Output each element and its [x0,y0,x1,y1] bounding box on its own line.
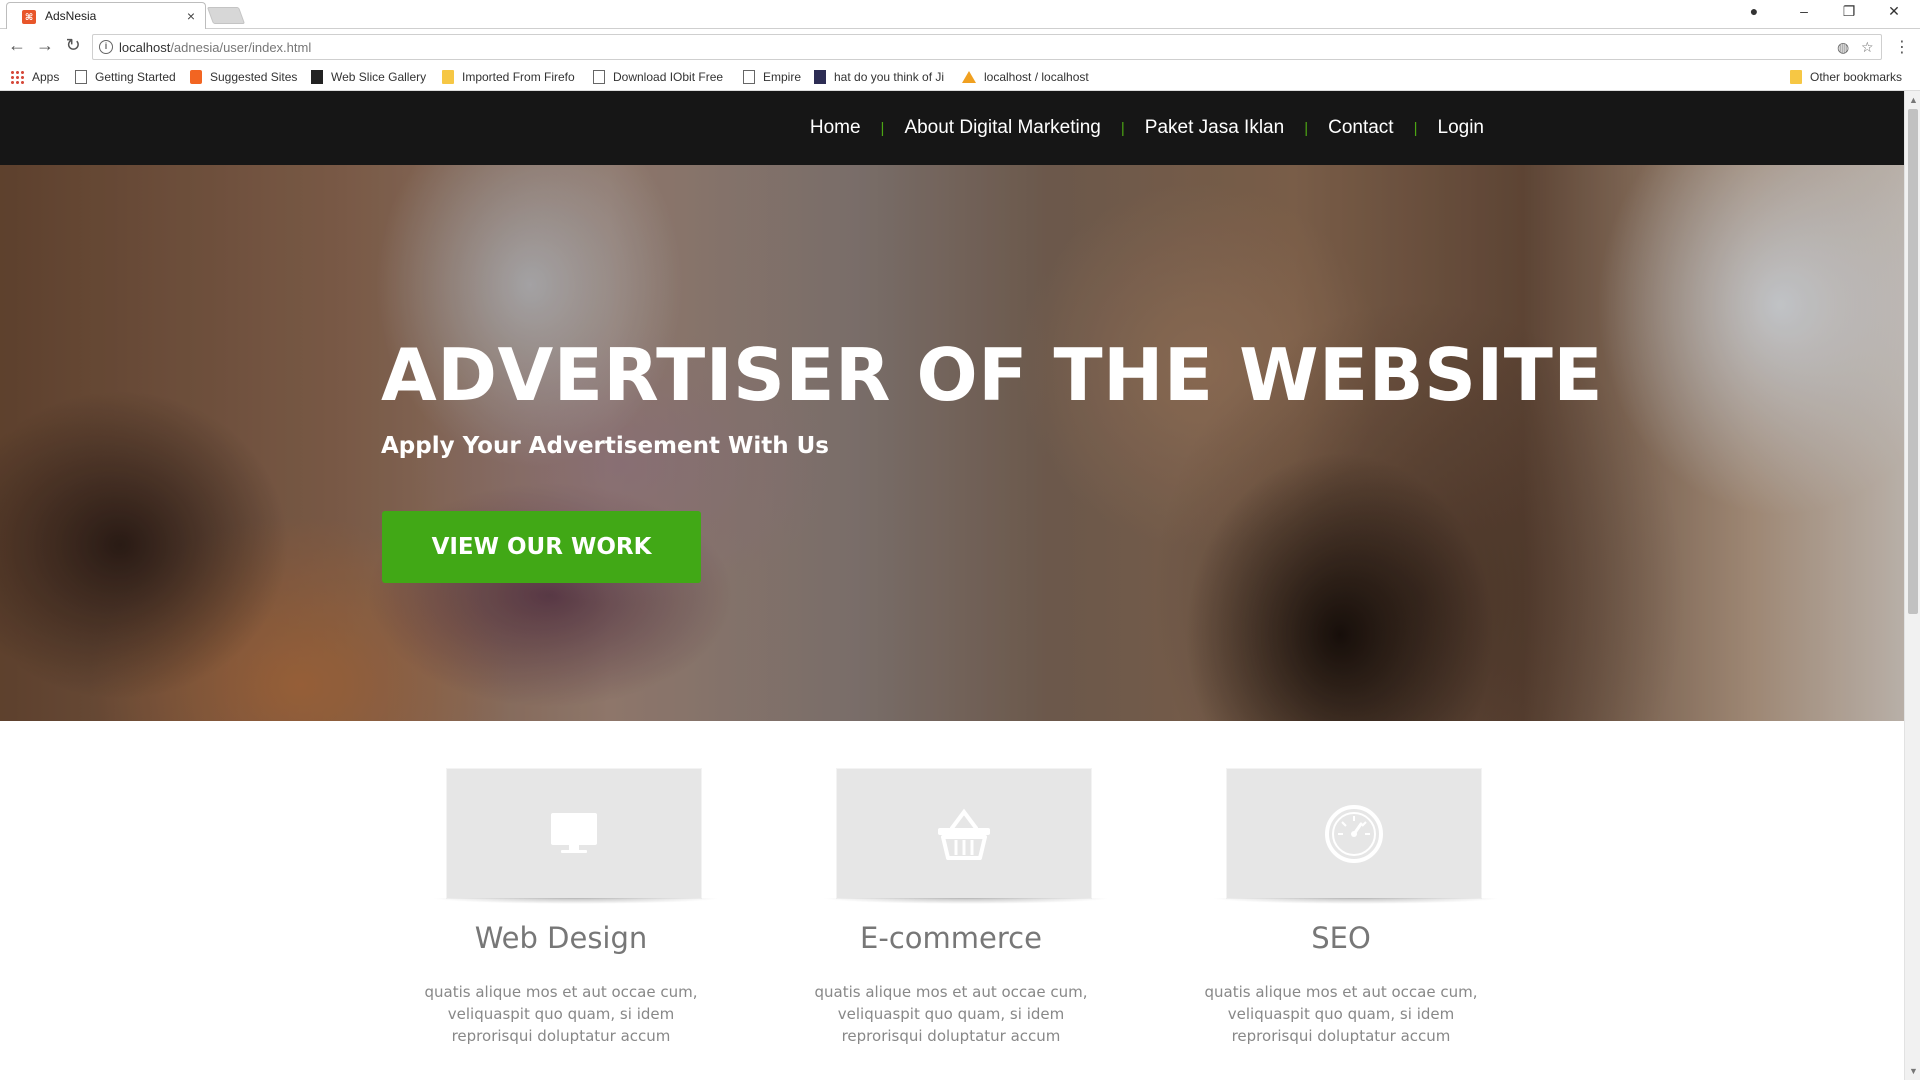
bookmark-label: Imported From Firefo [462,70,575,84]
bookmark-label: Suggested Sites [210,70,298,84]
bookmark-label: Getting Started [95,70,176,84]
page-viewport: Home | About Digital Marketing | Paket J… [0,91,1904,1080]
page-scrollbar[interactable]: ▲ ▼ [1904,91,1920,1080]
view-our-work-button[interactable]: VIEW OUR WORK [382,511,701,583]
url-text: localhost/adnesia/user/index.html [119,40,311,55]
browser-toolbar: ← → ↻ i localhost/adnesia/user/index.htm… [0,29,1920,65]
bookmark-localhost[interactable]: localhost / localhost [962,70,1089,84]
window-close-icon[interactable]: ✕ [1884,3,1904,20]
service-description: quatis alique mos et aut occae cum, veli… [814,983,1088,1045]
nav-menu: Home | About Digital Marketing | Paket J… [790,91,1504,165]
service-thumbnail [821,768,1111,904]
reload-icon[interactable]: ↻ [62,35,84,56]
back-icon[interactable]: ← [6,35,28,56]
thumbnail-card [1226,768,1482,899]
site-navbar: Home | About Digital Marketing | Paket J… [0,91,1904,165]
page-icon [593,70,605,84]
service-description: quatis alique mos et aut occae cum, veli… [1204,983,1478,1045]
thumbnail-card [446,768,702,899]
site-icon [814,70,826,84]
nav-login[interactable]: Login [1418,117,1505,139]
bookmark-label: localhost / localhost [984,70,1089,84]
tab-title: AdsNesia [45,9,97,23]
apps-icon [10,70,24,84]
bookmark-label: Empire [763,70,802,84]
service-description: quatis alique mos et aut occae cum, veli… [424,983,698,1045]
bookmark-apps[interactable]: Apps [10,70,59,84]
bookmark-web-slice-gallery[interactable]: Web Slice Gallery [311,70,426,84]
suggested-sites-icon [190,70,202,84]
hero-subtitle: Apply Your Advertisement With Us [381,433,829,459]
info-icon[interactable]: i [99,40,113,54]
minimize-icon[interactable]: – [1794,3,1814,19]
xampp-favicon-icon: ⌘ [22,10,36,24]
url-host: localhost [119,40,171,55]
folder-icon [1790,70,1802,84]
gauge-icon [1325,804,1383,863]
bookmark-download-iobit[interactable]: Download IObit Free [593,70,723,84]
bookmarks-bar: Apps Getting Started Suggested Sites Web… [0,65,1920,91]
bookmark-label: Apps [32,70,60,84]
browser-tab-bar: ⌘ AdsNesia × ● – ❐ ✕ [0,0,1920,30]
forward-icon[interactable]: → [34,35,56,56]
restore-icon[interactable]: ❐ [1839,3,1859,20]
thumbnail-card [836,768,1092,899]
translate-icon[interactable]: ◍ [1837,39,1849,56]
bookmark-imported-firefox[interactable]: Imported From Firefo [442,70,575,84]
web-slice-icon [311,70,323,84]
hero-banner: ADVERTISER OF THE WEBSITE Apply Your Adv… [0,165,1904,721]
folder-icon [442,70,454,84]
scroll-up-arrow-icon[interactable]: ▲ [1909,95,1918,105]
phpmyadmin-icon [962,71,976,83]
bookmark-label: Web Slice Gallery [331,70,427,84]
thumbnail-shadow [1211,898,1501,904]
nav-about-digital-marketing[interactable]: About Digital Marketing [884,117,1120,139]
close-tab-icon[interactable]: × [187,8,195,24]
hero-title: ADVERTISER OF THE WEBSITE [381,333,1604,417]
address-bar[interactable]: i localhost/adnesia/user/index.html ◍ ☆ [92,34,1882,60]
bookmark-suggested-sites[interactable]: Suggested Sites [190,70,297,84]
bookmark-what-do-you-think[interactable]: hat do you think of Ji [814,70,944,84]
nav-contact[interactable]: Contact [1308,117,1413,139]
url-path: /adnesia/user/index.html [170,40,312,55]
bookmark-label: Download IObit Free [613,70,724,84]
nav-paket-jasa-iklan[interactable]: Paket Jasa Iklan [1125,117,1304,139]
bookmark-getting-started[interactable]: Getting Started [75,70,176,84]
profile-icon[interactable]: ● [1744,3,1764,19]
nav-home[interactable]: Home [790,117,881,139]
browser-tab[interactable]: ⌘ AdsNesia × [6,2,206,30]
thumbnail-shadow [431,898,721,904]
bookmark-other[interactable]: Other bookmarks [1790,70,1902,84]
scroll-down-arrow-icon[interactable]: ▼ [1909,1066,1918,1076]
service-title: E-commerce [860,921,1042,955]
page-icon [75,70,87,84]
services-section: Web Design quatis alique mos et aut occa… [0,721,1904,1080]
bookmark-star-icon[interactable]: ☆ [1861,39,1874,56]
page-icon [743,70,755,84]
browser-menu-icon[interactable]: ⋮ [1894,37,1910,57]
bookmark-label: hat do you think of Ji [834,70,945,84]
monitor-icon [551,812,597,853]
scroll-thumb[interactable] [1908,109,1918,614]
service-title: Web Design [474,921,648,955]
service-thumbnail [1211,768,1501,904]
bookmark-label: Other bookmarks [1810,70,1903,84]
service-thumbnail [431,768,721,904]
bookmark-empire[interactable]: Empire [743,70,801,84]
basket-icon [938,808,990,860]
hero-background-image [0,165,1904,721]
thumbnail-shadow [821,898,1111,904]
service-title: SEO [1311,921,1371,955]
new-tab-button[interactable] [206,7,246,24]
